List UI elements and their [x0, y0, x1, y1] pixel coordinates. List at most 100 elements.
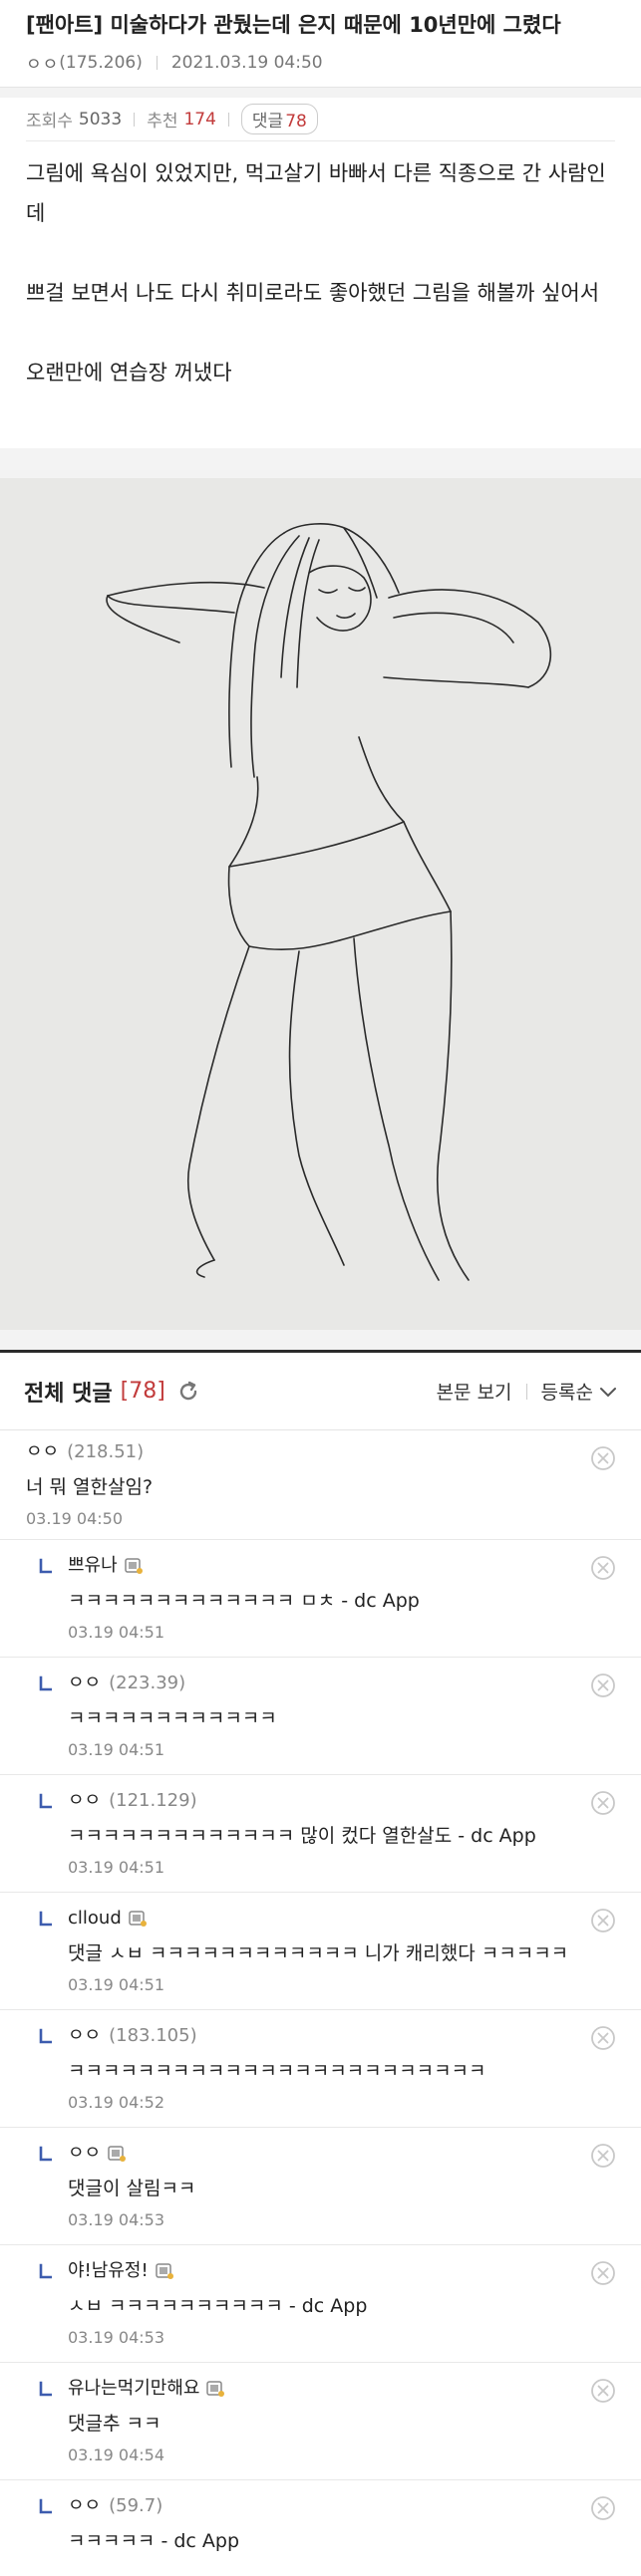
- comment-item: ㅇㅇ 댓글이 살림ㅋㅋ 03.19 04:53: [0, 2128, 641, 2245]
- post-paragraph: 오랜만에 연습장 꺼냈다: [26, 361, 232, 385]
- views-label: 조회수: [26, 112, 73, 131]
- post-author-ip: (175.206): [59, 52, 143, 73]
- gallog-icon: [129, 1911, 147, 1927]
- comment-date: 03.19 04:54: [68, 2446, 164, 2464]
- comment-ip: (183.105): [109, 2025, 197, 2046]
- comment-item: 유나는먹기만해요 댓글추 ㅋㅋ 03.19 04:54: [0, 2363, 641, 2480]
- comment-date: 03.19 04:51: [68, 1740, 164, 1759]
- comment-item: ㅇㅇ (183.105) ㅋㅋㅋㅋㅋㅋㅋㅋㅋㅋㅋㅋㅋㅋㅋㅋㅋㅋㅋㅋㅋㅋㅋㅋ 03…: [0, 2010, 641, 2128]
- comment-nick[interactable]: ㅇㅇ: [68, 2492, 101, 2520]
- post-paragraph: 쁘걸 보면서 나도 다시 취미로라도 좋아했던 그림을 해볼까 싶어서: [26, 281, 600, 305]
- post-title: [팬아트] 미술하다가 관뒀는데 은지 때문에 10년만에 그렸다: [26, 13, 561, 37]
- stats-divider: [134, 112, 136, 127]
- gallog-icon: [108, 2146, 127, 2162]
- sort-label: 등록순: [540, 1382, 593, 1404]
- meta-divider: [156, 55, 158, 70]
- comment-date: 03.19 04:53: [68, 2210, 164, 2229]
- comment-item: ㅇㅇ (223.39) ㅋㅋㅋㅋㅋㅋㅋㅋㅋㅋㅋㅋ 03.19 04:51: [0, 1658, 641, 1775]
- comment-body: ㅋㅋㅋㅋㅋㅋㅋㅋㅋㅋㅋㅋㅋ 많이 컸다 열한살도 - dc App: [68, 1825, 536, 1847]
- reply-arrow-icon: [39, 2146, 52, 2162]
- chevron-down-icon: [600, 1387, 616, 1397]
- reply-arrow-icon: [39, 1911, 52, 1927]
- comment-body: 댓글추 ㅋㅋ: [68, 2413, 161, 2435]
- delete-comment-icon[interactable]: [589, 2377, 617, 2405]
- header-divider: [525, 1383, 527, 1400]
- comment-ip: (121.129): [109, 1790, 197, 1811]
- comment-item: 야!남유정! ㅅㅂ ㅋㅋㅋㅋㅋㅋㅋㅋㅋㅋ - dc App 03.19 04:5…: [0, 2245, 641, 2363]
- delete-comment-icon[interactable]: [589, 2494, 617, 2522]
- comment-header-title: 전체 댓글: [24, 1381, 113, 1407]
- delete-comment-icon[interactable]: [589, 1672, 617, 1699]
- stats-divider: [227, 112, 229, 127]
- reply-arrow-icon: [39, 2028, 52, 2044]
- post-body: 조회수 5033 추천 174 댓글 78 그림에 욕심이 있었지만, 먹고살기 …: [0, 98, 641, 448]
- gallog-icon: [155, 2263, 173, 2279]
- comment-ip: (218.51): [67, 1441, 145, 1462]
- comment-body: ㅋㅋㅋㅋㅋ - dc App: [68, 2530, 240, 2552]
- comment-item: clloud 댓글 ㅅㅂ ㅋㅋㅋㅋㅋㅋㅋㅋㅋㅋㅋㅋ 니가 캐리했다 ㅋㅋㅋㅋㅋ …: [0, 1893, 641, 2010]
- reply-arrow-icon: [39, 2381, 52, 2397]
- comment-date: 03.19 04:51: [68, 1623, 164, 1642]
- comments-label: 댓글: [251, 112, 284, 131]
- gallog-icon: [124, 1558, 143, 1574]
- comment-nick[interactable]: ㅇㅇ: [68, 2140, 101, 2168]
- views-count: 5033: [78, 109, 123, 129]
- post-stats: 조회수 5033 추천 174 댓글 78: [26, 98, 615, 141]
- comment-body: ㅋㅋㅋㅋㅋㅋㅋㅋㅋㅋㅋㅋ: [68, 1707, 277, 1729]
- view-post-button[interactable]: 본문 보기: [437, 1378, 512, 1405]
- reply-arrow-icon: [39, 1793, 52, 1809]
- comment-count-badge[interactable]: 댓글 78: [240, 104, 318, 134]
- comment-nick[interactable]: ㅇㅇ: [68, 1787, 101, 1815]
- comment-nick[interactable]: 유나는먹기만해요: [68, 2375, 199, 2403]
- comment-nick[interactable]: 쁘유나: [68, 1552, 118, 1580]
- comment-nick[interactable]: 야!남유정!: [68, 2257, 149, 2285]
- post-meta: ㅇㅇ (175.206) 2021.03.19 04:50: [26, 50, 615, 76]
- reply-arrow-icon: [39, 2263, 52, 2279]
- gallog-icon: [206, 2381, 225, 2397]
- comment-date: 03.19 04:51: [68, 1975, 164, 1994]
- comment-date: 03.19 04:53: [68, 2328, 164, 2347]
- comment-header: 전체 댓글 [78] 본문 보기 등록순: [0, 1353, 641, 1430]
- comment-list: ㅇㅇ (218.51) 너 뭐 열한살임? 03.19 04:50 쁘유나 ㅋㅋ…: [0, 1430, 641, 2576]
- comment-nick[interactable]: ㅇㅇ: [68, 2022, 101, 2050]
- comment-nick[interactable]: ㅇㅇ: [26, 1438, 59, 1466]
- delete-comment-icon[interactable]: [589, 1444, 617, 1472]
- comment-date: 03.19 04:52: [68, 2093, 164, 2112]
- comment-item: 쁘유나 ㅋㅋㅋㅋㅋㅋㅋㅋㅋㅋㅋㅋㅋ ㅁㅊ - dc App 03.19 04:5…: [0, 1540, 641, 1658]
- post-author[interactable]: ㅇㅇ: [26, 50, 59, 75]
- comment-item: ㅇㅇ (218.51) 너 뭐 열한살임? 03.19 04:50: [0, 1430, 641, 1540]
- comment-body: 너 뭐 열한살임?: [26, 1476, 154, 1498]
- comment-body: 댓글이 살림ㅋㅋ: [68, 2178, 196, 2199]
- comment-date: 03.19 04:50: [26, 1509, 123, 1528]
- delete-comment-icon[interactable]: [589, 2259, 617, 2287]
- recommend-label: 추천: [147, 112, 178, 131]
- comment-item: ㅇㅇ (59.7) ㅋㅋㅋㅋㅋ - dc App: [0, 2480, 641, 2576]
- comment-nick[interactable]: clloud: [68, 1905, 122, 1932]
- comment-body: 댓글 ㅅㅂ ㅋㅋㅋㅋㅋㅋㅋㅋㅋㅋㅋㅋ 니가 캐리했다 ㅋㅋㅋㅋㅋ: [68, 1942, 569, 1964]
- comment-section: 전체 댓글 [78] 본문 보기 등록순 ㅇㅇ (218.51) 너 뭐 열한살…: [0, 1350, 641, 2576]
- reply-arrow-icon: [39, 2498, 52, 2514]
- post-header: [팬아트] 미술하다가 관뒀는데 은지 때문에 10년만에 그렸다 ㅇㅇ (17…: [0, 0, 641, 88]
- comment-body: ㅅㅂ ㅋㅋㅋㅋㅋㅋㅋㅋㅋㅋ - dc App: [68, 2295, 368, 2317]
- post-paragraph: 그림에 욕심이 있었지만, 먹고살기 바빠서 다른 직종으로 간 사람인데: [26, 161, 606, 225]
- comment-nick[interactable]: ㅇㅇ: [68, 1670, 101, 1697]
- post-datetime: 2021.03.19 04:50: [170, 52, 323, 73]
- comment-ip: (59.7): [109, 2495, 163, 2516]
- comment-date: 03.19 04:51: [68, 1858, 164, 1877]
- comment-ip: (223.39): [109, 1673, 186, 1693]
- comment-body: ㅋㅋㅋㅋㅋㅋㅋㅋㅋㅋㅋㅋㅋㅋㅋㅋㅋㅋㅋㅋㅋㅋㅋㅋ: [68, 2060, 486, 2082]
- refresh-icon[interactable]: [175, 1379, 201, 1405]
- reply-arrow-icon: [39, 1558, 52, 1574]
- delete-comment-icon[interactable]: [589, 1554, 617, 1582]
- comment-item: ㅇㅇ (121.129) ㅋㅋㅋㅋㅋㅋㅋㅋㅋㅋㅋㅋㅋ 많이 컸다 열한살도 - …: [0, 1775, 641, 1893]
- post-text: 그림에 욕심이 있었지만, 먹고살기 바빠서 다른 직종으로 간 사람인데 쁘걸…: [26, 141, 615, 392]
- comment-header-count: [78]: [120, 1379, 165, 1404]
- delete-comment-icon[interactable]: [589, 1907, 617, 1934]
- delete-comment-icon[interactable]: [589, 2142, 617, 2170]
- post-image[interactable]: [0, 478, 641, 1330]
- sort-dropdown[interactable]: 등록순: [541, 1378, 617, 1405]
- recommend-count: 174: [183, 109, 216, 129]
- reply-arrow-icon: [39, 1675, 52, 1691]
- delete-comment-icon[interactable]: [589, 1789, 617, 1817]
- delete-comment-icon[interactable]: [589, 2024, 617, 2052]
